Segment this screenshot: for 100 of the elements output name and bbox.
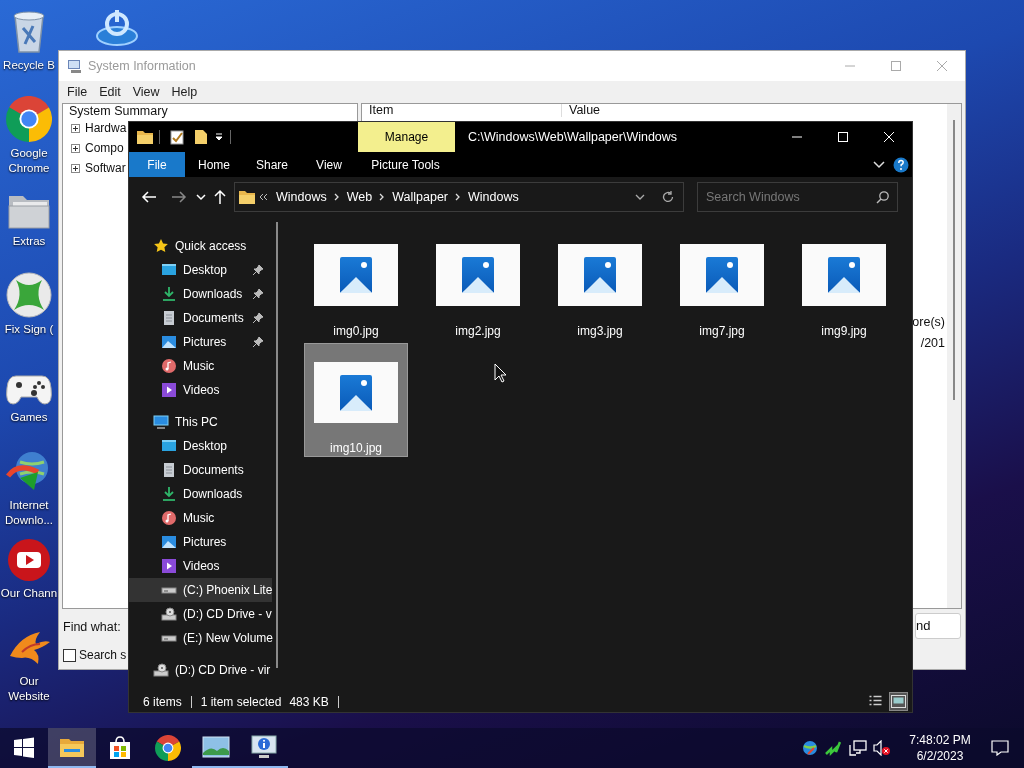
ribbon-tab[interactable]: Home (185, 152, 243, 177)
tree-item[interactable]: Softwar (85, 159, 126, 177)
file-item[interactable]: img10.jpg (304, 343, 408, 457)
up-icon[interactable] (213, 189, 227, 205)
tree-item[interactable]: System Summary (69, 104, 168, 118)
play-badge-icon (7, 538, 51, 582)
find-button[interactable]: nd (915, 613, 961, 639)
list-icon (868, 695, 883, 708)
clock[interactable]: 7:48:02 PM 6/2/2023 (905, 732, 975, 764)
nav-item[interactable]: Videos (129, 554, 272, 578)
pin-icon (252, 264, 264, 276)
dropdown-icon[interactable] (635, 193, 645, 201)
breadcrumb[interactable]: Windows (468, 187, 519, 207)
checkbox-label: Search s (79, 647, 127, 664)
nav-item[interactable]: Music (129, 354, 272, 378)
tree-item[interactable]: Compo (85, 139, 124, 157)
refresh-icon[interactable] (661, 190, 675, 204)
pin-icon (252, 312, 264, 324)
back-icon[interactable] (141, 190, 157, 204)
breadcrumb[interactable]: Wallpaper (392, 187, 448, 207)
new-folder-icon[interactable] (194, 129, 208, 145)
expand-icon[interactable] (71, 143, 80, 153)
taskbar-button[interactable] (48, 728, 96, 768)
zigzag-icon[interactable] (825, 740, 841, 756)
icon-label[interactable]: Recycle B (3, 58, 55, 73)
nav-item[interactable]: Documents (129, 458, 272, 482)
icon-label[interactable]: Internet Downlo... (0, 498, 58, 528)
overflow-chevron-icon[interactable] (259, 193, 269, 201)
icon-label[interactable]: Fix Sign ( (4, 322, 54, 337)
nav-item[interactable]: Desktop (129, 258, 272, 282)
file-item[interactable]: img9.jpg (792, 226, 896, 340)
drive-icon (161, 634, 177, 642)
nav-item[interactable]: (E:) New Volume (129, 626, 272, 650)
search-field[interactable]: Search Windows (697, 182, 898, 212)
menu-item[interactable]: File (61, 82, 94, 102)
music-icon (161, 510, 177, 526)
column-header[interactable]: Value (562, 104, 601, 117)
forward-icon[interactable] (171, 190, 187, 204)
nav-item[interactable]: Desktop (129, 434, 272, 458)
icon-label[interactable]: Extras (12, 234, 46, 249)
menu-item[interactable]: Edit (93, 82, 127, 102)
tree-item[interactable]: Hardwa (85, 119, 127, 137)
column-header[interactable]: Item (362, 104, 562, 117)
ribbon-tab[interactable]: Share (243, 152, 301, 177)
icon-label[interactable]: Our Chann (0, 586, 58, 601)
icon-label[interactable]: Games (10, 410, 48, 425)
address-bar[interactable]: Windows Web Wallpaper Windows (234, 182, 684, 212)
status-text: 483 KB (288, 693, 330, 711)
nav-item[interactable]: Pictures (129, 530, 272, 554)
expand-icon[interactable] (71, 123, 80, 133)
nav-item[interactable]: Quick access (129, 234, 272, 258)
checkbox[interactable] (63, 648, 76, 662)
music-icon (161, 358, 177, 374)
file-item[interactable]: img3.jpg (548, 226, 652, 340)
nav-item[interactable]: Pictures (129, 330, 272, 354)
expand-icon[interactable] (71, 163, 80, 173)
menu-item[interactable]: View (126, 82, 166, 102)
globe-icon[interactable] (802, 740, 818, 756)
nav-item[interactable]: Videos (129, 378, 272, 402)
nav-item[interactable]: (D:) CD Drive - v (129, 602, 272, 626)
breadcrumb[interactable]: Web (346, 187, 373, 207)
context-tab[interactable]: Manage (358, 122, 455, 152)
nav-item[interactable]: Music (129, 506, 272, 530)
nav-item[interactable]: This PC (129, 410, 272, 434)
nav-item[interactable]: Documents (129, 306, 272, 330)
cursor-icon (494, 363, 507, 383)
icon-label[interactable]: Our Website (0, 674, 58, 704)
menu-item[interactable]: Help (165, 82, 204, 102)
monitor-icon (153, 414, 169, 430)
search-icon[interactable] (876, 190, 890, 204)
recent-dropdown-icon[interactable] (196, 193, 206, 201)
ribbon-tab[interactable]: Picture Tools (357, 152, 454, 177)
drive-icon (161, 586, 177, 594)
file-item[interactable]: img0.jpg (304, 226, 408, 340)
nav-item[interactable]: (C:) Phoenix Lite (129, 578, 272, 602)
app-icon (67, 58, 83, 74)
notifications-icon[interactable] (991, 740, 1009, 756)
help-icon[interactable] (893, 156, 909, 173)
folder-icon[interactable] (137, 130, 153, 144)
icon-label[interactable]: Google Chrome (0, 146, 58, 176)
network-icon[interactable] (849, 740, 867, 756)
nav-item[interactable]: Downloads (129, 282, 272, 306)
nav-item[interactable]: Downloads (129, 482, 272, 506)
expand-ribbon-icon[interactable] (873, 160, 885, 169)
scrollbar[interactable] (947, 104, 961, 608)
power-icon[interactable] (94, 8, 140, 48)
pin-icon (252, 336, 264, 348)
nav-item[interactable]: (D:) CD Drive - vir (129, 658, 272, 682)
breadcrumb[interactable]: Windows (276, 187, 327, 207)
volume-muted-icon[interactable] (873, 740, 891, 756)
file-item[interactable]: img7.jpg (670, 226, 774, 340)
ribbon-tab[interactable]: View (301, 152, 357, 177)
video-icon (161, 558, 177, 574)
browser-icon[interactable] (155, 735, 181, 761)
dropdown-icon[interactable] (214, 131, 224, 143)
document-icon (161, 310, 177, 326)
disc-drive-icon (153, 662, 169, 678)
file-item[interactable]: img2.jpg (426, 226, 530, 340)
properties-icon[interactable] (170, 129, 184, 145)
large-icons-view-button[interactable] (889, 692, 908, 711)
